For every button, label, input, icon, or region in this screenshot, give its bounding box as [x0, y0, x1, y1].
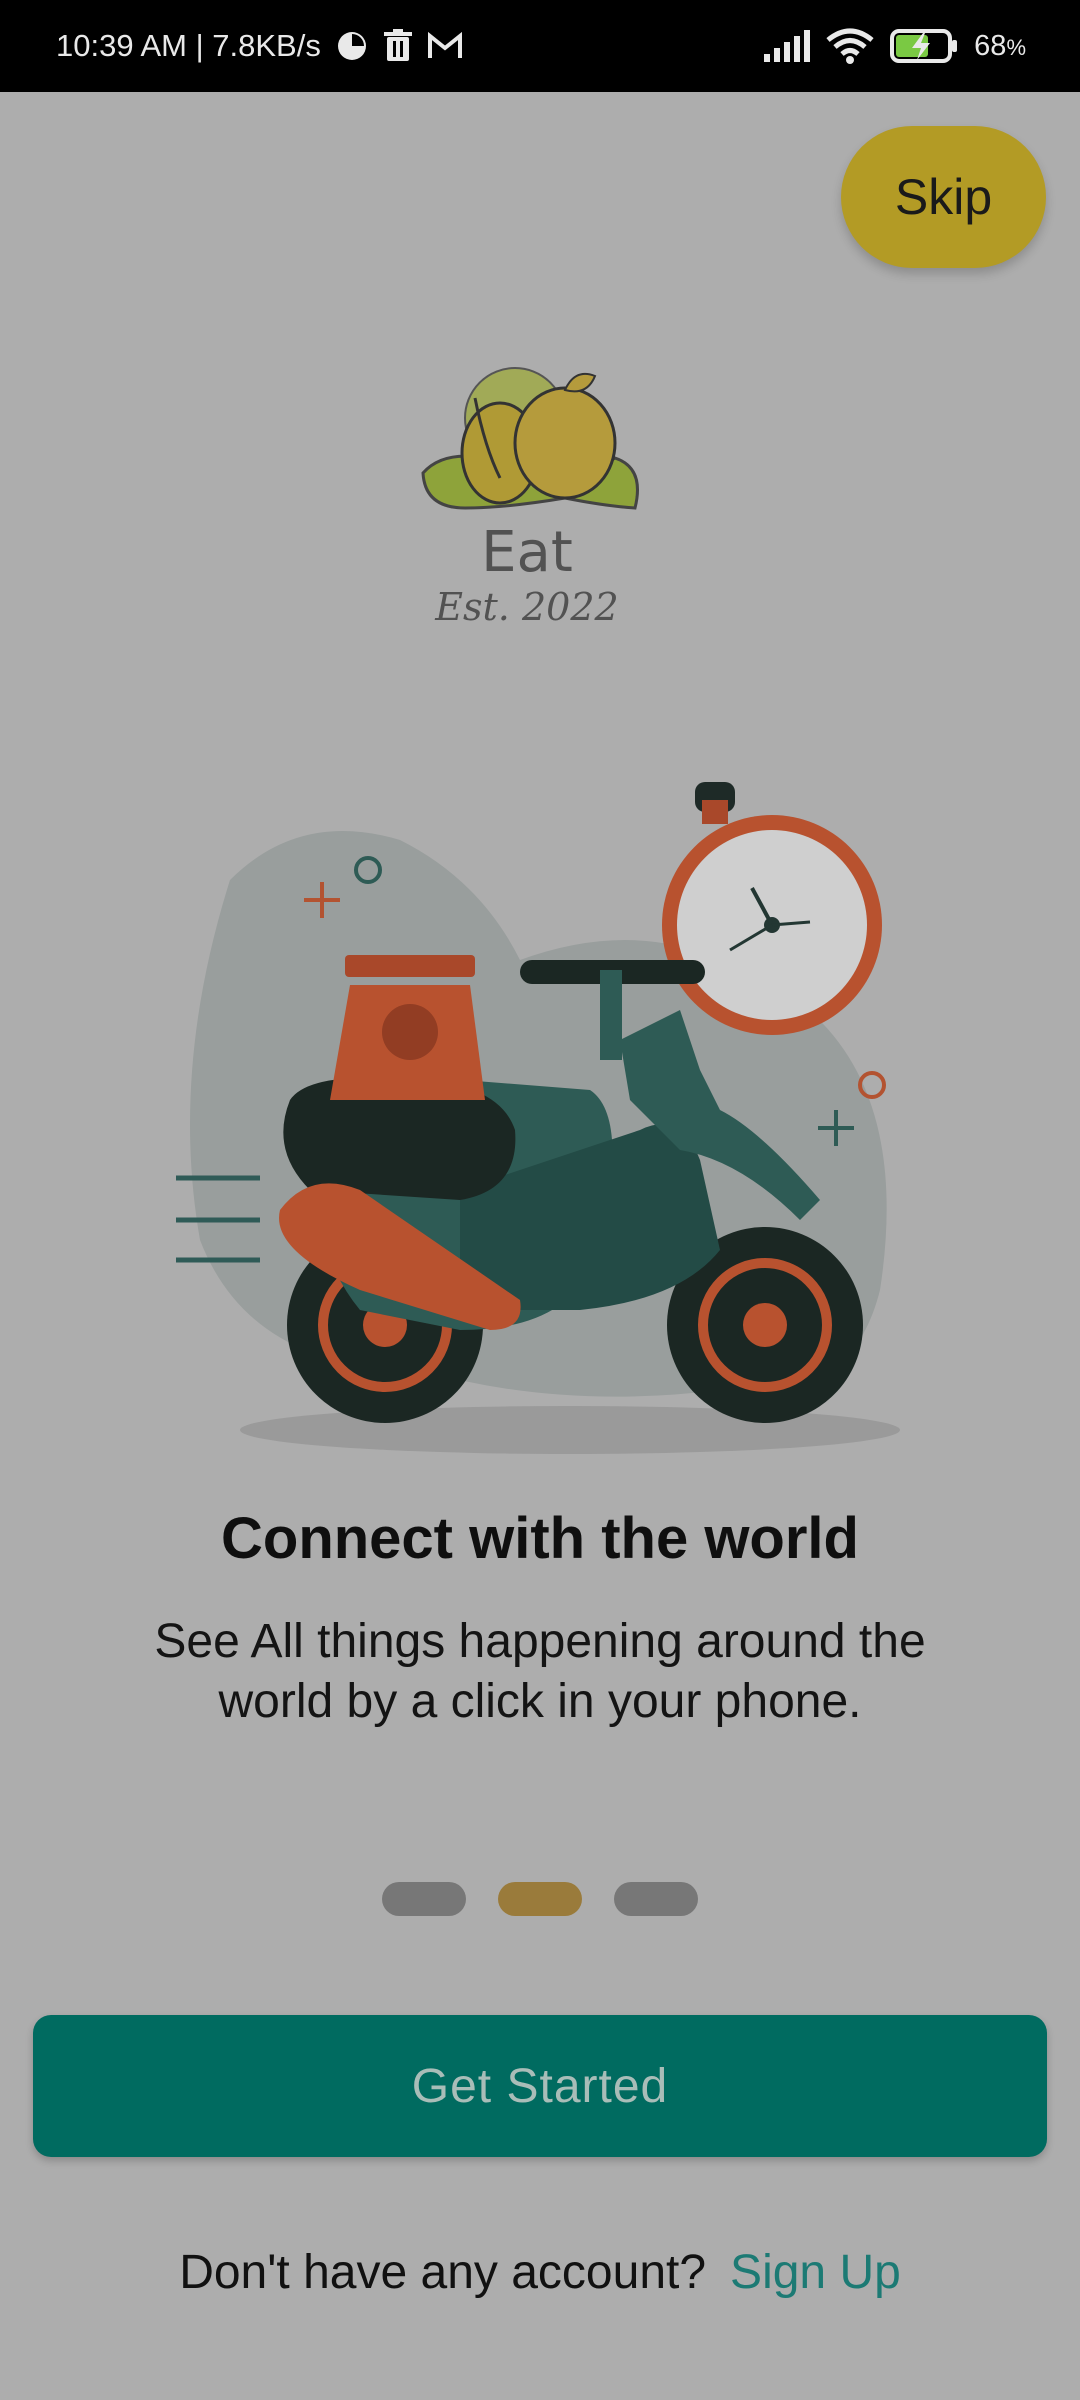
page-dot-1[interactable] — [382, 1882, 466, 1916]
logo-est: Est. 2022 — [434, 585, 618, 628]
skip-label: Skip — [894, 169, 993, 225]
sign-up-link[interactable]: Sign Up — [730, 2245, 901, 2300]
signup-question: Don't have any account? — [179, 2246, 707, 2299]
battery-charging-icon — [890, 29, 958, 63]
status-time-speed: 10:39 AM | 7.8KB/s — [56, 28, 321, 63]
get-started-button[interactable]: Get Started — [33, 2015, 1047, 2157]
skip-button[interactable]: Skip — [841, 126, 1046, 268]
delivery-scooter-illustration — [160, 770, 920, 1470]
battery-level: 68% — [974, 29, 1026, 62]
signal-icon — [764, 30, 811, 62]
subtitle-line-2: world by a click in your phone. — [218, 1675, 862, 1728]
onboarding-title: Connect with the world — [221, 1506, 859, 1571]
logo-name: Eat — [481, 520, 573, 585]
subtitle-line-1: See All things happening around the — [154, 1615, 926, 1668]
app-logo: Eat Est. 2022 — [415, 358, 655, 629]
trash-icon — [383, 29, 413, 63]
status-bar: 10:39 AM | 7.8KB/s 68% — [0, 0, 1080, 92]
page-dot-3[interactable] — [614, 1882, 698, 1916]
page-indicator — [0, 1882, 1080, 1916]
gmail-icon — [427, 31, 463, 61]
get-started-label: Get Started — [411, 2059, 669, 2113]
wifi-icon — [826, 28, 874, 64]
data-saver-icon — [335, 29, 369, 63]
onboarding-subtitle: See All things happening around the worl… — [90, 1612, 990, 1732]
signup-prompt: Don't have any account? Sign Up — [0, 2245, 1080, 2300]
page-dot-2-active[interactable] — [498, 1882, 582, 1916]
